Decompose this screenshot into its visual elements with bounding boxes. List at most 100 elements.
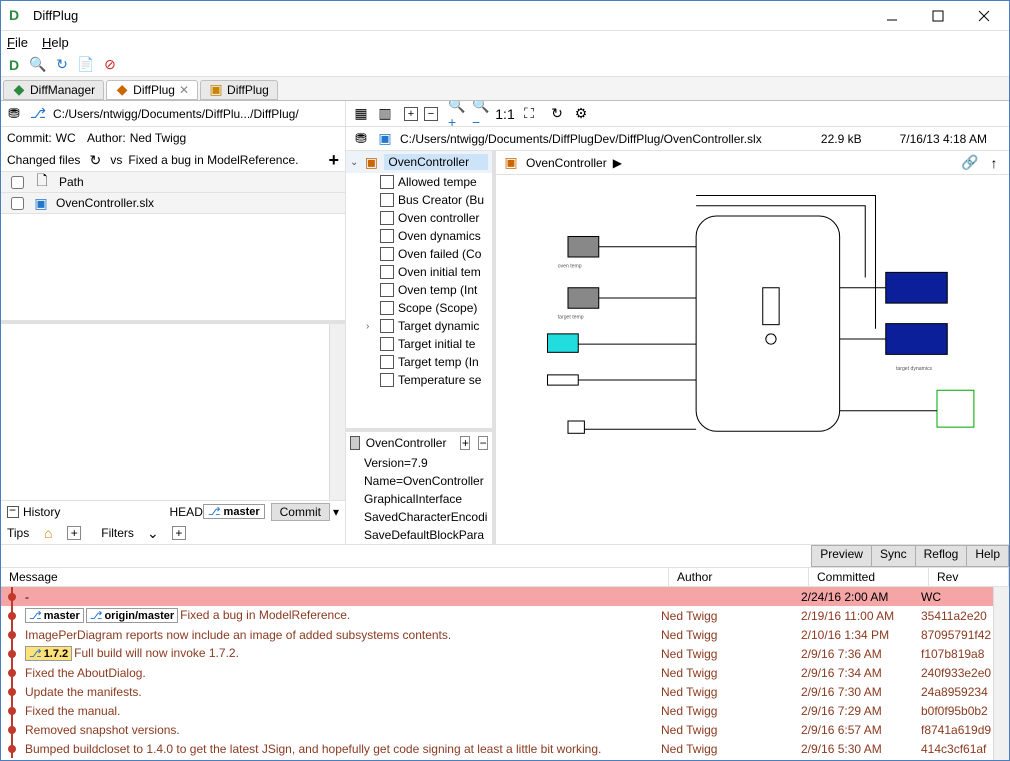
disk-icon[interactable]: ⛃ (352, 130, 370, 148)
tree-item[interactable]: Scope (Scope) (346, 299, 492, 317)
prop-row[interactable]: Version=7.9 (346, 454, 492, 472)
scrollbar[interactable] (329, 324, 345, 500)
tree-item[interactable]: Oven failed (Co (346, 245, 492, 263)
commit-date: 2/9/16 6:57 AM (801, 723, 921, 737)
menu-file[interactable]: FFileile (7, 35, 28, 50)
link-icon[interactable]: 🔗 (961, 154, 979, 172)
up-icon[interactable]: ↑ (985, 154, 1003, 172)
collapse-icon[interactable]: − (424, 107, 438, 121)
prop-row[interactable]: SavedCharacterEncodi (346, 508, 492, 526)
prop-row[interactable]: Name=OvenController (346, 472, 492, 490)
select-all-checkbox[interactable] (11, 176, 24, 189)
grid-icon[interactable]: ▦ (352, 105, 370, 123)
col-committed[interactable]: Committed (809, 568, 929, 586)
tree-item[interactable]: Allowed tempe (346, 173, 492, 191)
tree-item[interactable]: Oven initial tem (346, 263, 492, 281)
add-icon[interactable]: + (328, 150, 339, 171)
branch-chip[interactable]: ⎇master (203, 504, 265, 519)
commit-row[interactable]: -2/24/16 2:00 AMWC (1, 587, 993, 606)
document-icon[interactable]: 📄 (77, 56, 95, 74)
tab-sync[interactable]: Sync (871, 545, 916, 567)
zoom-11-icon[interactable]: 1:1 (496, 105, 514, 123)
tree-collapse-icon[interactable]: ⌄ (350, 157, 358, 168)
zoom-out-icon[interactable]: 🔍− (472, 105, 490, 123)
vs-label: vs (110, 153, 122, 167)
dropdown-icon[interactable]: ▾ (333, 505, 339, 519)
commit-row[interactable]: Fixed the AboutDialog.Ned Twigg2/9/16 7:… (1, 663, 993, 682)
tab-reflog[interactable]: Reflog (915, 545, 968, 567)
search-icon[interactable]: 🔍 (29, 56, 47, 74)
path-column-header[interactable]: Path (59, 175, 84, 189)
close-button[interactable] (961, 2, 1007, 30)
branch-icon[interactable]: ⎇ (29, 105, 47, 123)
author-value: Ned Twigg (130, 131, 186, 145)
refresh-icon[interactable]: ↻ (548, 105, 566, 123)
tab-diffplug-active[interactable]: ◆DiffPlug✕ (106, 80, 198, 100)
tab-help[interactable]: Help (966, 545, 1009, 567)
disk-icon[interactable]: ⛃ (5, 105, 23, 123)
commit-row[interactable]: Fixed the manual.Ned Twigg2/9/16 7:29 AM… (1, 701, 993, 720)
tab-diffmanager[interactable]: ◆DiffManager (3, 80, 104, 100)
new-diff-icon[interactable]: D (5, 56, 23, 74)
tree-item-label: Target dynamic (398, 319, 479, 333)
prop-row[interactable]: GraphicalInterface (346, 490, 492, 508)
prop-row[interactable]: SaveDefaultBlockPara (346, 526, 492, 544)
col-author[interactable]: Author (669, 568, 809, 586)
tab-diffplug-2[interactable]: ▣DiffPlug (200, 80, 278, 100)
maximize-button[interactable] (915, 2, 961, 30)
commit-row[interactable]: ⎇1.7.2Full build will now invoke 1.7.2.N… (1, 644, 993, 663)
commit-row[interactable]: ImagePerDiagram reports now include an i… (1, 625, 993, 644)
commit-row[interactable]: Removed snapshot versions.Ned Twigg2/9/1… (1, 720, 993, 739)
model-tree[interactable]: Allowed tempeBus Creator (BuOven control… (346, 173, 492, 428)
collapse-icon[interactable] (7, 506, 19, 518)
commit-row[interactable]: ⎇master⎇origin/masterFixed a bug in Mode… (1, 606, 993, 625)
play-icon[interactable]: ▶ (613, 156, 622, 170)
layout-icon[interactable]: ▥ (376, 105, 394, 123)
props-collapse-icon[interactable]: − (478, 436, 488, 450)
zoom-in-icon[interactable]: 🔍+ (448, 105, 466, 123)
refresh-icon[interactable]: ↻ (86, 151, 104, 169)
filter-icon[interactable]: ⌄ (144, 524, 162, 542)
tree-item[interactable]: Oven temp (Int (346, 281, 492, 299)
right-path-bar: ⛃ ▣ C:/Users/ntwigg/Documents/DiffPlugDe… (346, 127, 1009, 151)
ref-chip[interactable]: ⎇master (25, 608, 84, 623)
col-rev[interactable]: Rev (929, 568, 1009, 586)
diagram-canvas[interactable]: oven temp target temp target dynamics (496, 175, 1009, 544)
commit-list[interactable]: -2/24/16 2:00 AMWC⎇master⎇origin/masterF… (1, 587, 993, 760)
tree-item[interactable]: Target initial te (346, 335, 492, 353)
error-icon[interactable]: ⊘ (101, 56, 119, 74)
tree-root[interactable]: OvenController (384, 154, 488, 170)
commit-button[interactable]: Commit (271, 503, 330, 521)
minimize-button[interactable] (869, 2, 915, 30)
tips-add-icon[interactable]: + (67, 526, 81, 540)
tree-item[interactable]: Bus Creator (Bu (346, 191, 492, 209)
expand-icon[interactable]: + (404, 107, 418, 121)
tree-item[interactable]: Oven dynamics (346, 227, 492, 245)
ref-chip[interactable]: ⎇origin/master (86, 608, 178, 623)
commit-row[interactable]: Bumped buildcloset to 1.4.0 to get the l… (1, 739, 993, 758)
ref-chip[interactable]: ⎇1.7.2 (25, 646, 72, 661)
zoom-fit-icon[interactable]: ⛶ (520, 105, 538, 123)
tree-item[interactable]: Oven controller (346, 209, 492, 227)
tab-preview[interactable]: Preview (811, 545, 872, 567)
commit-info-bar: Commit: WC Author: Ned Twigg (1, 127, 345, 149)
tree-item[interactable]: › Target dynamic (346, 317, 492, 335)
filter-add-icon[interactable]: + (172, 526, 186, 540)
tree-item[interactable]: Temperature se (346, 371, 492, 389)
commit-row[interactable]: Update the manifests.Ned Twigg2/9/16 7:3… (1, 682, 993, 701)
settings-icon[interactable]: ⚙ (572, 105, 590, 123)
simulink-icon[interactable]: ▣ (376, 130, 394, 148)
tree-item[interactable]: Target temp (In (346, 353, 492, 371)
commit-dot-icon (8, 612, 16, 620)
scrollbar[interactable] (993, 587, 1009, 760)
commit-date: 2/9/16 7:29 AM (801, 704, 921, 718)
file-row[interactable]: ▣ OvenController.slx (1, 193, 345, 213)
col-message[interactable]: Message (1, 568, 669, 586)
props-expand-icon[interactable]: + (460, 436, 470, 450)
menu-help[interactable]: HHelpelp (42, 35, 69, 50)
tab-close-icon[interactable]: ✕ (179, 83, 189, 97)
expand-icon[interactable]: › (366, 321, 376, 332)
file-checkbox[interactable] (11, 197, 24, 210)
refresh-icon[interactable]: ↻ (53, 56, 71, 74)
tips-icon[interactable]: ⌂ (39, 524, 57, 542)
